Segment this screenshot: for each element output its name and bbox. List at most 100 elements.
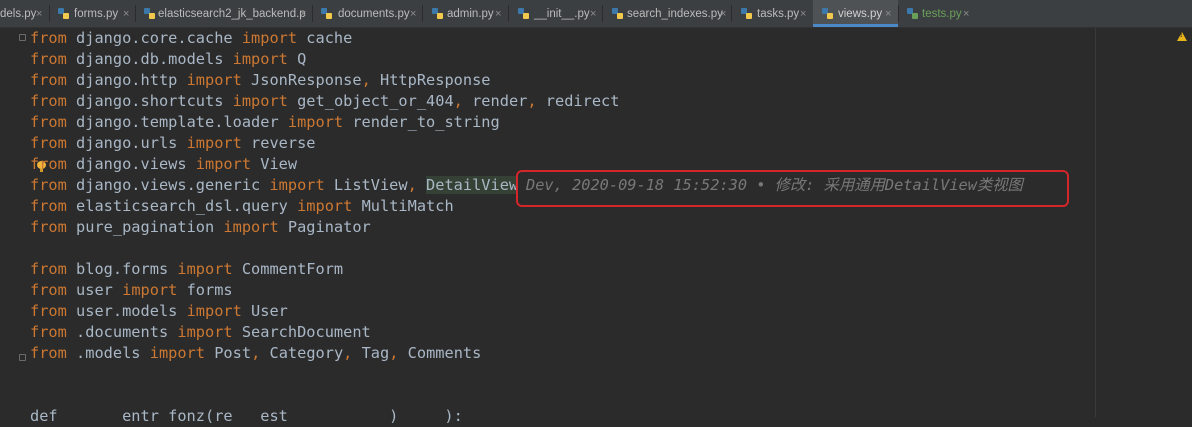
module-name: pure_pagination (66, 218, 224, 236)
keyword-import: import (195, 155, 252, 173)
warning-icon[interactable] (1177, 32, 1187, 41)
highlight-box (516, 170, 1069, 207)
close-icon[interactable]: × (800, 0, 806, 27)
imported-name: get_object_or_404 (287, 92, 454, 110)
keyword-from: from (30, 29, 67, 47)
keyword-import: import (149, 344, 205, 362)
tab-label: admin.py (447, 8, 494, 20)
keyword-from: from (30, 92, 67, 110)
code-line: from .models import Post, Category, Tag,… (30, 343, 481, 364)
module-name: django.views (66, 155, 196, 173)
imported-name: Tag (352, 344, 390, 362)
fold-toggle-icon[interactable] (19, 354, 26, 361)
module-name: .models (66, 344, 150, 362)
tab-admin[interactable]: admin.py × (423, 0, 508, 27)
imported-name: MultiMatch (352, 197, 454, 215)
python-file-icon (612, 8, 623, 19)
keyword-from: from (30, 197, 67, 215)
python-test-file-icon (907, 8, 918, 19)
module-name: django.template.loader (66, 113, 288, 131)
code-line: from django.urls import reverse (30, 133, 316, 154)
imported-name: Q (287, 50, 307, 68)
keyword-import: import (177, 323, 233, 341)
tab-label: documents.py (338, 8, 410, 20)
keyword-from: from (30, 323, 67, 341)
close-icon[interactable]: × (36, 0, 42, 27)
keyword-import: import (223, 218, 279, 236)
keyword-from: from (30, 281, 67, 299)
imported-name: HttpResponse (370, 71, 491, 89)
tab-label: views.py (838, 8, 883, 20)
imported-name: redirect (536, 92, 620, 110)
close-icon[interactable]: × (300, 0, 306, 27)
close-icon[interactable]: × (495, 0, 501, 27)
python-file-icon (321, 8, 332, 19)
module-name: django.db.models (66, 50, 233, 68)
highlighted-identifier: DetailView (426, 176, 519, 194)
module-name: django.shortcuts (66, 92, 233, 110)
module-name: django.urls (66, 134, 187, 152)
code-line: from blog.forms import CommentForm (30, 259, 343, 280)
close-icon[interactable]: × (590, 0, 596, 27)
keyword-from: from (30, 260, 67, 278)
keyword-from: from (30, 113, 67, 131)
tab-init[interactable]: __init__.py × (509, 0, 602, 27)
code-line: from elasticsearch_dsl.query import Mult… (30, 196, 454, 217)
keyword-import: import (186, 302, 242, 320)
keyword-import: import (232, 50, 288, 68)
keyword-import: import (269, 176, 325, 194)
python-file-icon (58, 8, 69, 19)
tab-label: tests.py (922, 8, 962, 20)
keyword-from: from (30, 218, 67, 236)
close-icon[interactable]: × (123, 0, 129, 27)
keyword-import: import (297, 197, 353, 215)
tab-tests[interactable]: tests.py × (899, 0, 979, 27)
fold-toggle-icon[interactable] (19, 34, 26, 41)
error-stripe[interactable] (1160, 28, 1192, 417)
tab-label: dels.py (0, 8, 37, 20)
imported-name: Comments (398, 344, 482, 362)
imported-name: CommentForm (232, 260, 344, 278)
imported-name: reverse (241, 134, 316, 152)
tab-views[interactable]: views.py × (813, 0, 898, 27)
close-icon[interactable]: × (963, 0, 969, 27)
close-icon[interactable]: × (885, 0, 891, 27)
tab-search-indexes[interactable]: search_indexes.py × (603, 0, 731, 27)
imported-name: User (241, 302, 288, 320)
tab-tasks[interactable]: tasks.py × (732, 0, 812, 27)
comma: , (361, 71, 371, 89)
module-name: user.models (66, 302, 187, 320)
keyword-from: from (30, 50, 67, 68)
keyword-import: import (186, 71, 242, 89)
tab-label: search_indexes.py (627, 8, 723, 20)
code-line: from .documents import SearchDocument (30, 322, 371, 343)
python-file-icon (518, 8, 529, 19)
imported-name: SearchDocument (232, 323, 371, 341)
imported-name: render_to_string (343, 113, 500, 131)
keyword-from: from (30, 134, 67, 152)
editor-tab-bar: dels.py × forms.py × elasticsearch2_jk_b… (0, 0, 1192, 28)
keyword-from: from (30, 302, 67, 320)
code-line: from django.core.cache import cache (30, 28, 352, 49)
keyword-from: from (30, 176, 67, 194)
module-name: django.views.generic (66, 176, 270, 194)
close-icon[interactable]: × (720, 0, 726, 27)
keyword-from: from (30, 71, 67, 89)
module-name: django.http (66, 71, 187, 89)
module-name: .documents (66, 323, 178, 341)
code-editor[interactable]: from django.core.cache import cache from… (0, 28, 1192, 425)
module-name: blog.forms (66, 260, 178, 278)
close-icon[interactable]: × (410, 0, 416, 27)
imported-name: Category (260, 344, 344, 362)
code-line: from pure_pagination import Paginator (30, 217, 371, 238)
tab-elasticsearch-backend[interactable]: elasticsearch2_jk_backend.p × (136, 0, 312, 27)
imported-name: Post (205, 344, 252, 362)
tab-forms[interactable]: forms.py × (50, 0, 135, 27)
tab-label: tasks.py (757, 8, 800, 20)
tab-documents[interactable]: documents.py × (313, 0, 422, 27)
imported-name: View (251, 155, 298, 173)
keyword-import: import (177, 260, 233, 278)
imported-name: forms (177, 281, 233, 299)
imported-name: cache (297, 29, 353, 47)
